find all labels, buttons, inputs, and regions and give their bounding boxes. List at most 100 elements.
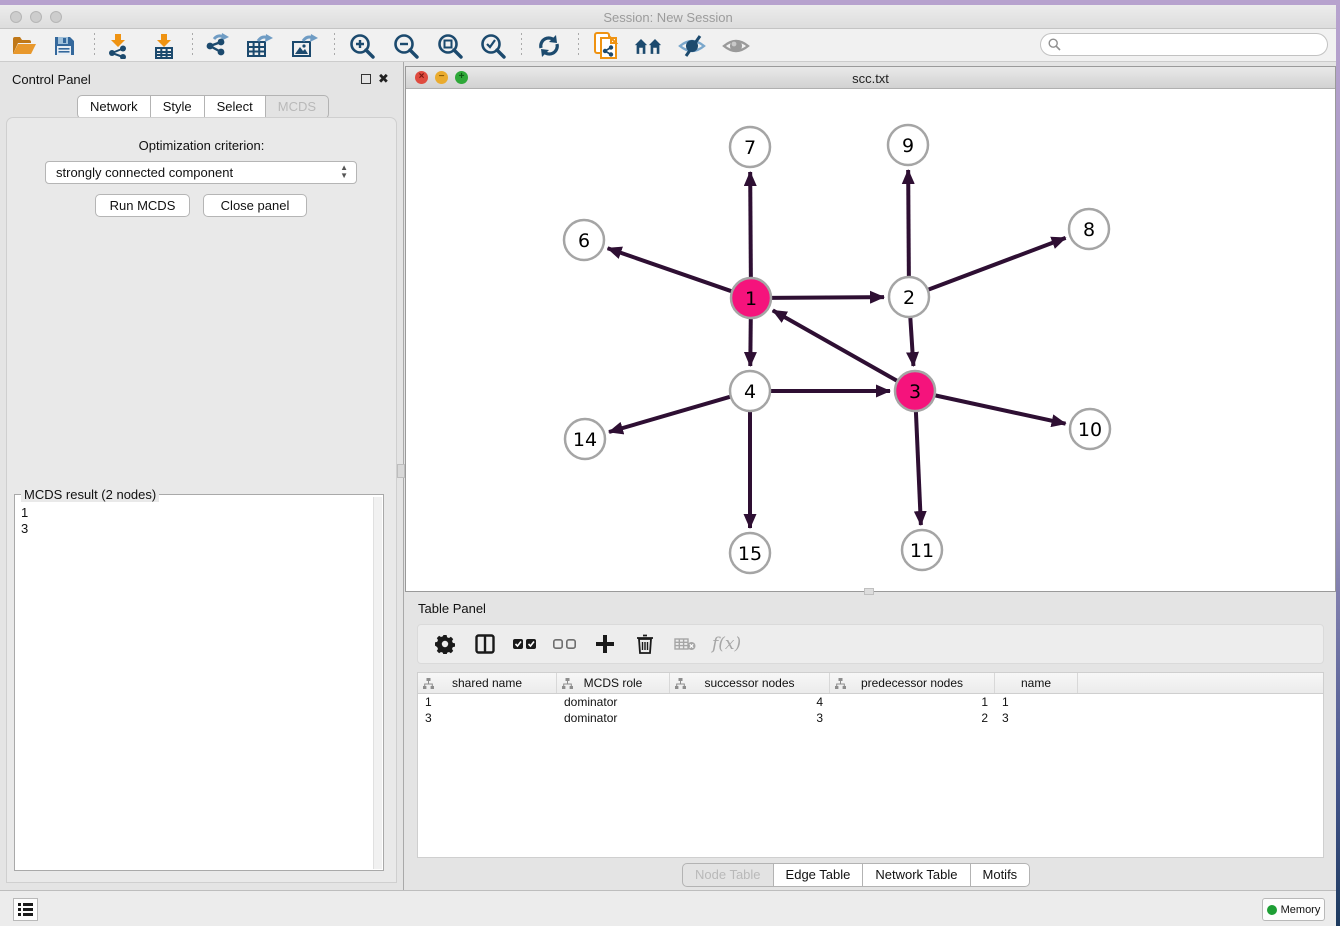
- graph-node-label: 9: [902, 135, 914, 157]
- memory-status-icon: [1267, 905, 1277, 915]
- control-panel-close-icon[interactable]: ✖: [378, 71, 389, 87]
- column-header-MCDS-role[interactable]: MCDS role: [557, 673, 670, 693]
- add-column-icon[interactable]: [592, 631, 618, 657]
- refresh-view-icon[interactable]: [535, 32, 563, 59]
- home-layout-icon[interactable]: [634, 32, 662, 59]
- mcds-panel: Optimization criterion: strongly connect…: [6, 117, 397, 883]
- horizontal-splitter-grip[interactable]: [864, 588, 874, 595]
- tab-network-table[interactable]: Network Table: [863, 863, 970, 887]
- table-row[interactable]: 3dominator323: [418, 710, 1323, 726]
- column-header-label: name: [1021, 676, 1051, 690]
- save-session-icon[interactable]: [50, 32, 78, 59]
- network-window-title: scc.txt: [406, 71, 1335, 86]
- table-toolbar: f(x): [417, 624, 1324, 664]
- edge-3-11[interactable]: [916, 411, 921, 525]
- tab-mcds[interactable]: MCDS: [266, 95, 329, 119]
- open-file-icon[interactable]: [10, 32, 38, 59]
- toolbar-separator: [192, 33, 193, 58]
- control-panel: Control Panel ✖ NetworkStyleSelectMCDS O…: [0, 62, 404, 890]
- column-header-successor-nodes[interactable]: successor nodes: [670, 673, 830, 693]
- zoom-in-icon[interactable]: [348, 32, 376, 59]
- select-all-rows-icon[interactable]: [512, 631, 538, 657]
- result-scrollbar[interactable]: [373, 497, 382, 869]
- edge-4-14[interactable]: [609, 397, 731, 432]
- edge-1-2[interactable]: [771, 297, 884, 298]
- run-mcds-button[interactable]: Run MCDS: [95, 194, 190, 217]
- copy-network-icon[interactable]: [592, 32, 620, 59]
- zoom-fit-icon[interactable]: [436, 32, 464, 59]
- tab-motifs[interactable]: Motifs: [971, 863, 1031, 887]
- search-field[interactable]: [1040, 33, 1328, 56]
- graph-node-label: 14: [573, 429, 597, 451]
- node-table[interactable]: shared name MCDS role successor nodesprede…: [417, 672, 1324, 858]
- graph-node-label: 2: [903, 287, 915, 309]
- close-panel-button[interactable]: Close panel: [203, 194, 307, 217]
- hierarchy-icon: [675, 678, 686, 689]
- export-image-icon[interactable]: [291, 32, 319, 59]
- table-cell: 3: [995, 710, 1078, 726]
- graph-node-label: 8: [1083, 219, 1095, 241]
- edge-2-9[interactable]: [908, 170, 909, 277]
- column-header-predecessor-nodes[interactable]: predecessor nodes: [830, 673, 995, 693]
- tab-style[interactable]: Style: [151, 95, 205, 119]
- column-header-label: MCDS role: [584, 676, 643, 690]
- graph-node-label: 4: [744, 381, 756, 403]
- table-cell: dominator: [557, 694, 670, 710]
- import-table-icon[interactable]: [150, 32, 178, 59]
- task-history-button[interactable]: [13, 898, 38, 921]
- mcds-result-node: 3: [21, 521, 28, 537]
- tab-node-table[interactable]: Node Table: [682, 863, 774, 887]
- graph-node-label: 1: [745, 288, 757, 310]
- mcds-result-list: 13: [21, 505, 28, 537]
- edge-1-4[interactable]: [750, 318, 751, 366]
- control-panel-tabs: NetworkStyleSelectMCDS: [77, 95, 329, 119]
- hide-graphics-details-icon[interactable]: [678, 32, 706, 59]
- graph-node-label: 3: [909, 381, 921, 403]
- edge-2-8[interactable]: [928, 238, 1066, 290]
- settings-gear-icon[interactable]: [432, 631, 458, 657]
- zoom-selected-icon[interactable]: [479, 32, 507, 59]
- function-builder-icon: f(x): [712, 631, 741, 657]
- graph-node-label: 11: [910, 540, 934, 562]
- export-network-icon[interactable]: [203, 32, 231, 59]
- node-table-header-row: shared name MCDS role successor nodesprede…: [418, 673, 1323, 694]
- table-cell: dominator: [557, 710, 670, 726]
- hierarchy-icon: [835, 678, 846, 689]
- table-cell: 3: [670, 710, 830, 726]
- table-cell: 3: [418, 710, 557, 726]
- column-header-label: shared name: [452, 676, 522, 690]
- edge-1-7[interactable]: [750, 172, 751, 278]
- network-graph-canvas[interactable]: 7968124314101511: [406, 89, 1335, 591]
- search-icon: [1048, 38, 1061, 51]
- edge-2-3[interactable]: [910, 317, 913, 366]
- table-cell: 1: [418, 694, 557, 710]
- vertical-splitter-grip[interactable]: [397, 464, 405, 478]
- zoom-out-icon[interactable]: [392, 32, 420, 59]
- control-panel-float-icon[interactable]: [361, 74, 371, 84]
- export-table-icon[interactable]: [246, 32, 274, 59]
- column-header-shared-name[interactable]: shared name: [418, 673, 557, 693]
- memory-button[interactable]: Memory: [1262, 898, 1325, 921]
- edge-1-6[interactable]: [608, 248, 732, 291]
- show-graphics-details-icon[interactable]: [722, 32, 750, 59]
- import-network-icon[interactable]: [104, 32, 132, 59]
- table-row[interactable]: 1dominator411: [418, 694, 1323, 710]
- column-header-name[interactable]: name: [995, 673, 1078, 693]
- network-view-window: × − + scc.txt 7968124314101511: [405, 66, 1336, 592]
- tab-select[interactable]: Select: [205, 95, 266, 119]
- edge-3-1[interactable]: [773, 310, 898, 381]
- criterion-dropdown[interactable]: strongly connected component ▲▼: [45, 161, 357, 184]
- memory-label: Memory: [1281, 904, 1321, 916]
- delete-column-icon[interactable]: [632, 631, 658, 657]
- mcds-result-legend: MCDS result (2 nodes): [21, 487, 159, 502]
- tab-edge-table[interactable]: Edge Table: [774, 863, 864, 887]
- table-cell: 1: [830, 694, 995, 710]
- tab-network[interactable]: Network: [77, 95, 151, 119]
- edge-3-10[interactable]: [935, 395, 1066, 423]
- control-panel-title: Control Panel: [12, 72, 91, 87]
- column-chooser-icon[interactable]: [472, 631, 498, 657]
- deselect-all-rows-icon[interactable]: [552, 631, 578, 657]
- search-input[interactable]: [1061, 38, 1311, 52]
- table-panel-tabs: Node TableEdge TableNetwork TableMotifs: [682, 863, 1030, 887]
- table-panel-title: Table Panel: [418, 601, 486, 616]
